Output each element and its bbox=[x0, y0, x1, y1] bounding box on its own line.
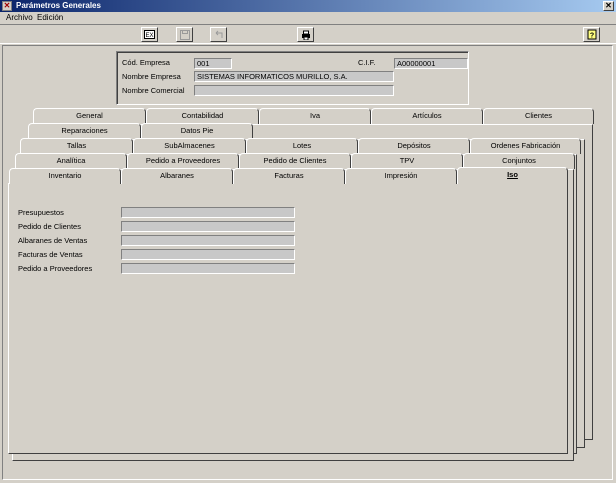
close-button[interactable]: ✕ bbox=[603, 1, 614, 11]
print-button[interactable] bbox=[297, 27, 314, 42]
tab-lotes[interactable]: Lotes bbox=[246, 138, 358, 154]
tab-contabilidad[interactable]: Contabilidad bbox=[146, 108, 259, 124]
app-icon: ✕ bbox=[2, 1, 12, 11]
tab-facturas[interactable]: Facturas bbox=[233, 168, 345, 184]
pedido-a-proveedores-label: Pedido a Proveedores bbox=[18, 264, 93, 273]
exit-button[interactable]: EX bbox=[141, 27, 158, 42]
presupuestos-field[interactable] bbox=[121, 207, 295, 218]
exit-icon: EX bbox=[144, 30, 155, 39]
tab-clientes[interactable]: Clientes bbox=[483, 108, 594, 124]
nombre-empresa-field[interactable]: SISTEMAS INFORMATICOS MURILLO, S.A. bbox=[194, 71, 394, 82]
tab-pedido-a-proveedores[interactable]: Pedido a Proveedores bbox=[127, 153, 239, 169]
albaranes-de-ventas-field[interactable] bbox=[121, 235, 295, 246]
pedido-de-clientes-field[interactable] bbox=[121, 221, 295, 232]
title-bar: ✕ Parámetros Generales ✕ bbox=[0, 0, 616, 12]
tab-tallas[interactable]: Tallas bbox=[20, 138, 133, 154]
tab-pedido-de-clientes[interactable]: Pedido de Clientes bbox=[239, 153, 351, 169]
pedido-a-proveedores-field[interactable] bbox=[121, 263, 295, 274]
help-button[interactable]: ? bbox=[583, 27, 600, 42]
undo-icon bbox=[215, 30, 222, 38]
tab-tpv[interactable]: TPV bbox=[351, 153, 463, 169]
print-icon bbox=[301, 30, 310, 41]
window-title: Parámetros Generales bbox=[16, 1, 101, 10]
tab-iva[interactable]: Iva bbox=[259, 108, 371, 124]
undo-button[interactable] bbox=[210, 27, 227, 42]
pedido-de-clientes-label: Pedido de Clientes bbox=[18, 222, 81, 231]
svg-text:?: ? bbox=[589, 33, 593, 40]
tab-analitica[interactable]: Analítica bbox=[15, 153, 127, 169]
tab-iso[interactable]: Iso bbox=[457, 167, 568, 184]
tab-articulos[interactable]: Artículos bbox=[371, 108, 483, 124]
cod-empresa-field[interactable]: 001 bbox=[194, 58, 232, 69]
tab-inventario[interactable]: Inventario bbox=[9, 168, 121, 184]
tab-datos-pie[interactable]: Datos Pie bbox=[141, 123, 253, 139]
menu-archivo[interactable]: Archivo bbox=[4, 12, 35, 24]
tab-ordenes-fabricacion[interactable]: Ordenes Fabricación bbox=[470, 138, 581, 154]
facturas-de-ventas-field[interactable] bbox=[121, 249, 295, 260]
nombre-comercial-field[interactable] bbox=[194, 85, 394, 96]
toolbar: EX ? bbox=[0, 24, 616, 44]
albaranes-de-ventas-label: Albaranes de Ventas bbox=[18, 236, 88, 245]
nombre-empresa-label: Nombre Empresa bbox=[122, 72, 181, 81]
tab-general[interactable]: General bbox=[33, 108, 146, 124]
cod-empresa-label: Cód. Empresa bbox=[122, 58, 170, 67]
save-button[interactable] bbox=[176, 27, 193, 42]
menu-edicion[interactable]: Edición bbox=[35, 12, 65, 24]
cif-label: C.I.F. bbox=[358, 58, 376, 67]
save-icon bbox=[179, 30, 190, 40]
tab-albaranes[interactable]: Albaranes bbox=[121, 168, 233, 184]
facturas-de-ventas-label: Facturas de Ventas bbox=[18, 250, 83, 259]
presupuestos-label: Presupuestos bbox=[18, 208, 64, 217]
tab-subalmacenes[interactable]: SubAlmacenes bbox=[133, 138, 246, 154]
tab-impresion[interactable]: Impresión bbox=[345, 168, 457, 184]
tab-reparaciones[interactable]: Reparaciones bbox=[28, 123, 141, 139]
svg-text:EX: EX bbox=[145, 33, 153, 39]
nombre-comercial-label: Nombre Comercial bbox=[122, 86, 185, 95]
tab-depositos[interactable]: Depósitos bbox=[358, 138, 470, 154]
menu-bar: Archivo Edición bbox=[0, 12, 616, 24]
help-icon: ? bbox=[587, 29, 596, 40]
cif-field[interactable]: A00000001 bbox=[394, 58, 468, 69]
